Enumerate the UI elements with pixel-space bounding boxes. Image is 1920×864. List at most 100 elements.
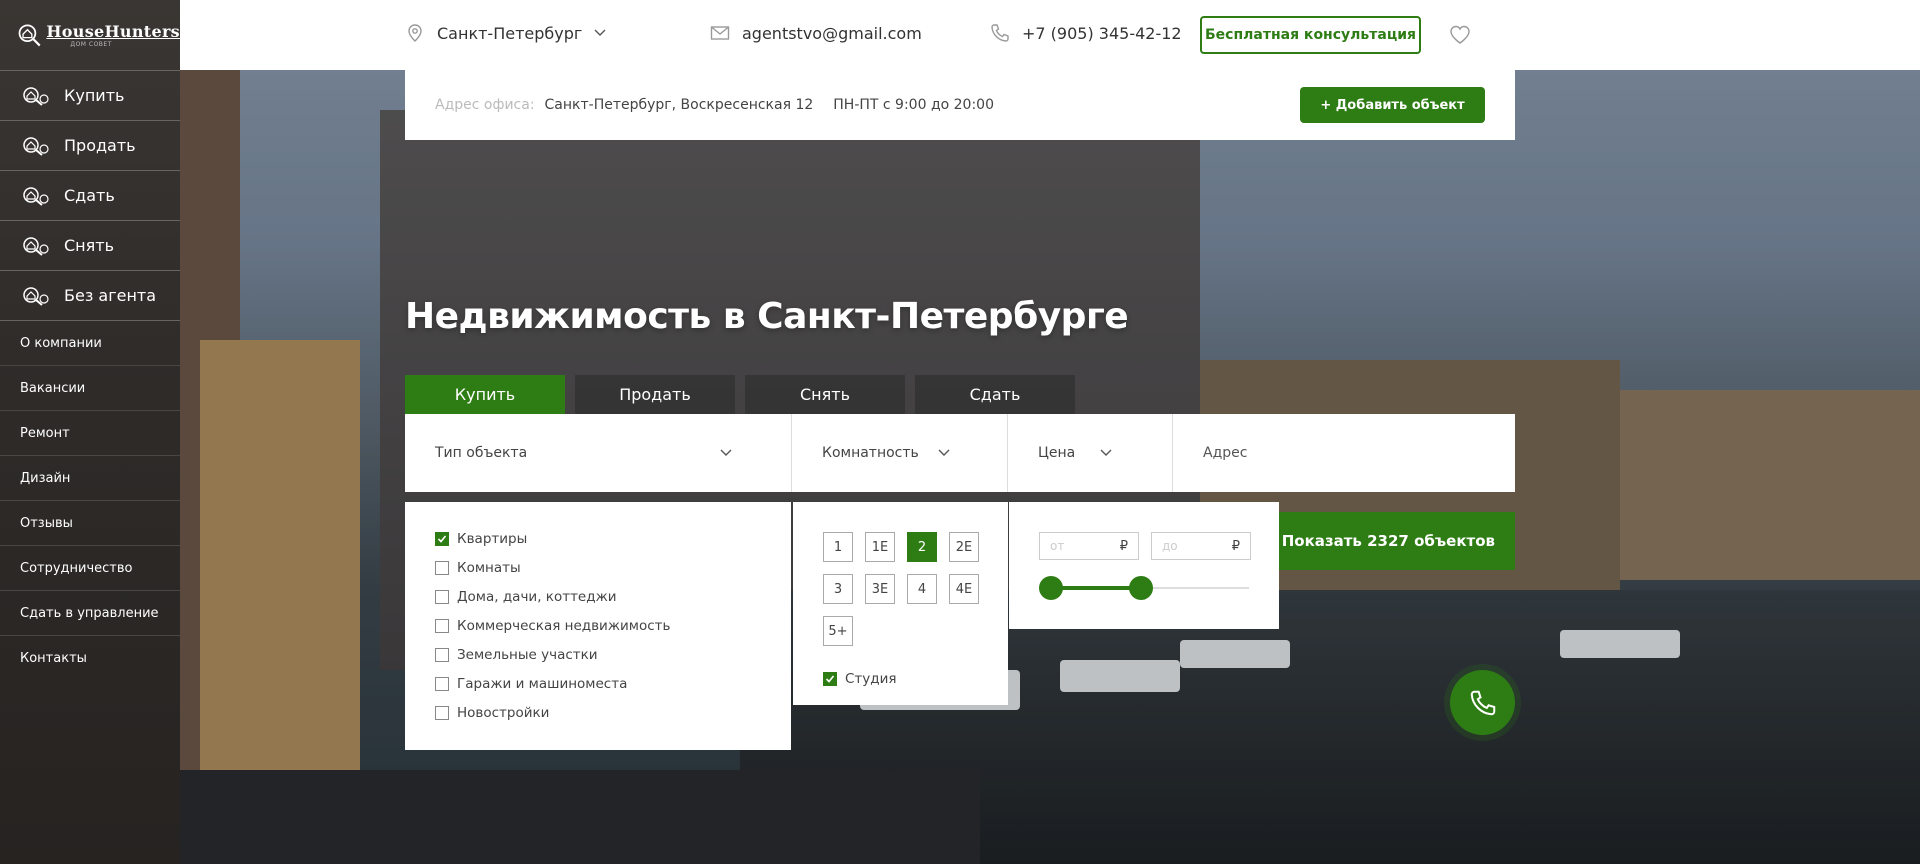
phone-number: +7 (905) 345-42-12 (1022, 23, 1182, 43)
property-type-option[interactable]: Квартиры (435, 524, 791, 553)
sidebar-item-about[interactable]: О компании (0, 321, 180, 366)
sidebar-item-reviews[interactable]: Отзывы (0, 501, 180, 546)
currency-symbol: ₽ (1119, 538, 1128, 554)
property-type-dropdown[interactable]: Тип объекта (405, 414, 792, 492)
tab-rent-out[interactable]: Сдать (915, 375, 1075, 414)
show-results-button[interactable]: Показать 2327 объектов (1279, 512, 1515, 570)
email-address: agentstvo@gmail.com (742, 23, 922, 43)
room-option[interactable]: 1 (823, 532, 853, 562)
option-label: Земельные участки (457, 646, 598, 663)
price-to-field[interactable]: ₽ (1151, 532, 1251, 560)
office-address: Санкт-Петербург, Воскресенская 12 (544, 97, 814, 113)
studio-option[interactable]: Студия (823, 664, 1008, 693)
sidebar-item-management[interactable]: Сдать в управление (0, 591, 180, 636)
sidebar-item-renovation[interactable]: Ремонт (0, 411, 180, 456)
room-option[interactable]: 4 (907, 574, 937, 604)
tab-rent[interactable]: Снять (745, 375, 905, 414)
sidebar-item-rent[interactable]: Снять (0, 221, 180, 271)
tab-sell[interactable]: Продать (575, 375, 735, 414)
slider-min-handle[interactable] (1039, 576, 1063, 600)
checkmark-icon (437, 534, 447, 543)
phone-contact[interactable]: +7 (905) 345-42-12 (990, 23, 1182, 43)
sidebar-item-cooperation[interactable]: Сотрудничество (0, 546, 180, 591)
city-selector[interactable]: Санкт-Петербург (405, 23, 606, 43)
sidebar-item-vacancies[interactable]: Вакансии (0, 366, 180, 411)
price-to-input[interactable] (1162, 539, 1222, 553)
property-type-option[interactable]: Земельные участки (435, 640, 791, 669)
location-pin-icon (408, 24, 422, 42)
checkbox[interactable] (435, 560, 449, 575)
room-option-selected[interactable]: 2 (907, 532, 937, 562)
sidebar-item-label: Снять (64, 236, 115, 255)
building-shape (1620, 390, 1920, 580)
room-option[interactable]: 3Е (865, 574, 895, 604)
property-type-option[interactable]: Коммерческая недвижимость (435, 611, 791, 640)
currency-symbol: ₽ (1231, 538, 1240, 554)
price-from-input[interactable] (1050, 539, 1110, 553)
checkbox-checked[interactable] (823, 671, 837, 686)
price-label: Цена (1038, 445, 1076, 461)
checkbox-checked[interactable] (435, 531, 449, 546)
house-search-icon (23, 186, 49, 206)
sidebar-item-rent-out[interactable]: Сдать (0, 171, 180, 221)
property-type-option[interactable]: Гаражи и машиноместа (435, 669, 791, 698)
slider-max-handle[interactable] (1129, 576, 1153, 600)
room-option[interactable]: 1Е (865, 532, 895, 562)
tab-buy[interactable]: Купить (405, 375, 565, 414)
property-type-option[interactable]: Дома, дачи, коттеджи (435, 582, 791, 611)
sidebar-item-no-agent[interactable]: Без агента (0, 271, 180, 321)
rooms-dropdown[interactable]: Комнатность (792, 414, 1008, 492)
embankment-shape (180, 770, 980, 864)
office-hours: ПН-ПТ с 9:00 до 20:00 (833, 97, 994, 113)
building-shape (200, 340, 360, 800)
price-from-field[interactable]: ₽ (1039, 532, 1139, 560)
heart-icon[interactable] (1448, 23, 1472, 47)
rooms-panel: 1 1Е 2 2Е 3 3Е 4 4Е 5+ Студия (793, 502, 1008, 705)
sidebar-item-label: Без агента (64, 286, 157, 305)
add-listing-button[interactable]: + Добавить объект (1300, 87, 1485, 123)
checkbox[interactable] (435, 647, 449, 662)
chevron-down-icon (1100, 449, 1112, 456)
sidebar-item-sell[interactable]: Продать (0, 121, 180, 171)
option-label: Студия (845, 670, 897, 687)
logo-name: HouseHunters (46, 22, 180, 41)
chevron-down-icon (720, 449, 732, 456)
room-option[interactable]: 4Е (949, 574, 979, 604)
search-filters: Тип объекта Комнатность Цена Адрес (405, 414, 1515, 492)
sidebar-item-contacts[interactable]: Контакты (0, 636, 180, 681)
sidebar-item-label: Продать (64, 136, 136, 155)
call-button[interactable] (1450, 670, 1515, 735)
sidebar-item-label: Купить (64, 86, 125, 105)
room-option[interactable]: 3 (823, 574, 853, 604)
checkbox[interactable] (435, 618, 449, 633)
logo[interactable]: HouseHunters ДОМ СОВЕТ (0, 0, 180, 70)
chevron-down-icon (594, 29, 606, 36)
address-input[interactable]: Адрес (1173, 414, 1515, 492)
option-label: Комнаты (457, 559, 521, 576)
price-dropdown[interactable]: Цена (1008, 414, 1173, 492)
building-shape (180, 70, 240, 864)
chevron-down-icon (938, 449, 950, 456)
sidebar: HouseHunters ДОМ СОВЕТ Купить Продать Сд… (0, 0, 180, 864)
price-range-slider[interactable] (1039, 576, 1249, 600)
house-search-icon (23, 286, 49, 306)
sidebar-item-design[interactable]: Дизайн (0, 456, 180, 501)
checkbox[interactable] (435, 705, 449, 720)
house-search-icon (23, 136, 49, 156)
property-type-option[interactable]: Комнаты (435, 553, 791, 582)
house-search-icon (23, 86, 49, 106)
phone-icon (991, 24, 1009, 42)
boat-shape (1180, 640, 1290, 668)
room-option[interactable]: 2Е (949, 532, 979, 562)
mail-icon (710, 26, 730, 40)
option-label: Новостройки (457, 704, 550, 721)
email-contact[interactable]: agentstvo@gmail.com (710, 23, 922, 43)
logo-icon (18, 24, 41, 47)
checkbox[interactable] (435, 589, 449, 604)
room-option[interactable]: 5+ (823, 616, 853, 646)
property-type-option[interactable]: Новостройки (435, 698, 791, 727)
free-consultation-button[interactable]: Бесплатная консультация (1200, 16, 1421, 54)
checkbox[interactable] (435, 676, 449, 691)
boat-shape (1560, 630, 1680, 658)
sidebar-item-buy[interactable]: Купить (0, 71, 180, 121)
